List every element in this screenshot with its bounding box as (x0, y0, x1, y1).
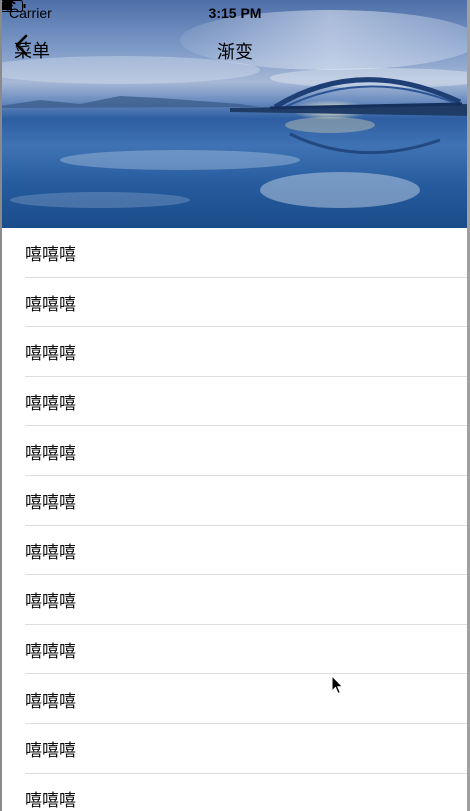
list-item-label: 嘻嘻嘻 (25, 790, 76, 811)
list-item[interactable]: 嘻嘻嘻 (2, 278, 467, 328)
list-item[interactable]: 嘻嘻嘻 (2, 526, 467, 576)
list-item[interactable]: 嘻嘻嘻 (2, 724, 467, 774)
list-item-label: 嘻嘻嘻 (25, 691, 76, 712)
list-item-label: 嘻嘻嘻 (25, 443, 76, 464)
list-item-label: 嘻嘻嘻 (25, 592, 76, 613)
list-item[interactable]: 嘻嘻嘻 (2, 228, 467, 278)
list-item-label: 嘻嘻嘻 (25, 542, 76, 563)
list-item[interactable]: 嘻嘻嘻 (2, 774, 467, 811)
list-item[interactable]: 嘻嘻嘻 (2, 476, 467, 526)
list-item-label: 嘻嘻嘻 (25, 741, 76, 762)
status-time: 3:15 PM (208, 5, 262, 21)
table-list[interactable]: 嘻嘻嘻 嘻嘻嘻 嘻嘻嘻 嘻嘻嘻 嘻嘻嘻 嘻嘻嘻 嘻嘻嘻 嘻嘻嘻 嘻嘻嘻 嘻嘻嘻 … (2, 228, 467, 811)
page-title: 渐变 (217, 42, 253, 63)
list-item-label: 嘻嘻嘻 (25, 294, 76, 315)
battery-icon (0, 0, 26, 12)
header-image: Carrier 3:15 PM 菜单 渐变 (0, 0, 470, 228)
list-item[interactable]: 嘻嘻嘻 (2, 674, 467, 724)
list-item[interactable]: 嘻嘻嘻 (2, 377, 467, 427)
list-item-label: 嘻嘻嘻 (25, 245, 76, 266)
list-item[interactable]: 嘻嘻嘻 (2, 426, 467, 476)
window-border-left (0, 0, 2, 811)
cursor-icon (331, 675, 344, 695)
list-item-label: 嘻嘻嘻 (25, 493, 76, 514)
navigation-bar: 菜单 渐变 (0, 28, 470, 72)
list-item-label: 嘻嘻嘻 (25, 394, 76, 415)
list-item-label: 嘻嘻嘻 (25, 642, 76, 663)
list-item[interactable]: 嘻嘻嘻 (2, 625, 467, 675)
list-item[interactable]: 嘻嘻嘻 (2, 575, 467, 625)
list-item-label: 嘻嘻嘻 (25, 344, 76, 365)
status-bar: Carrier 3:15 PM (0, 0, 470, 28)
list-item[interactable]: 嘻嘻嘻 (2, 327, 467, 377)
